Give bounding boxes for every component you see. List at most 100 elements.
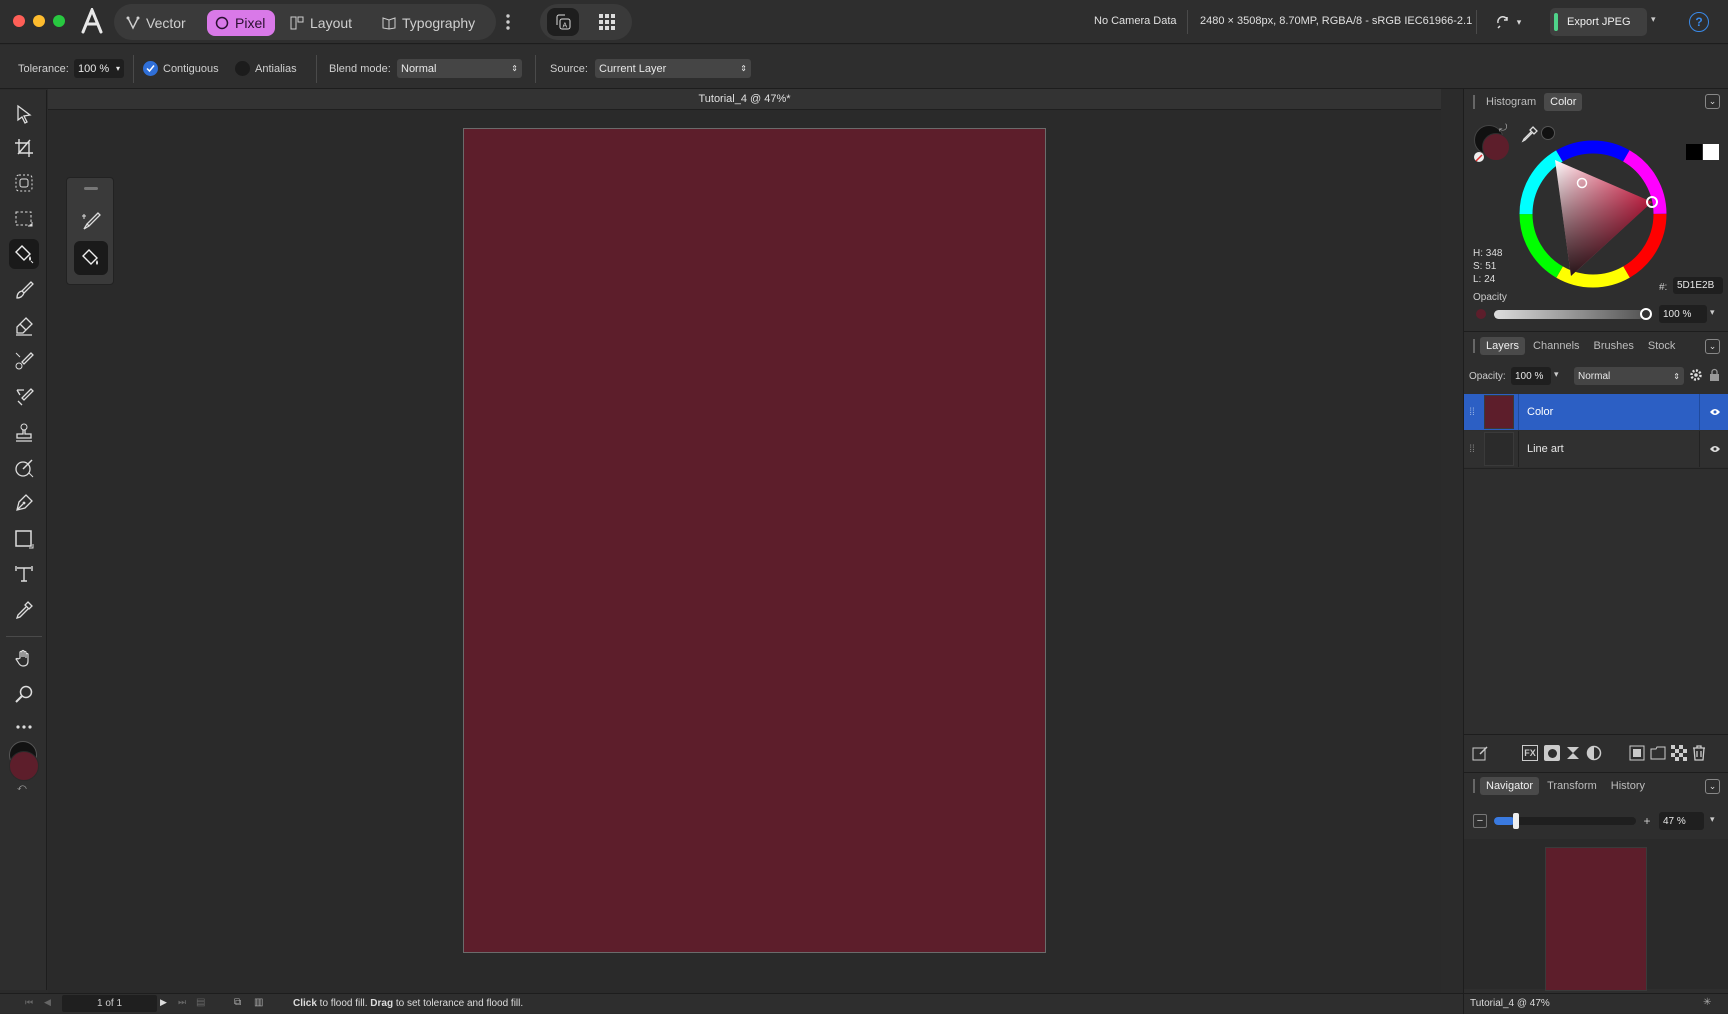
tab-color[interactable]: Color [1544,93,1583,111]
crop-tool[interactable] [9,133,39,163]
zoom-in-button[interactable]: + [1640,814,1654,828]
chevron-down-icon[interactable]: ▾ [1554,369,1559,380]
color-primary-swatch[interactable] [1482,133,1510,161]
more-icon[interactable] [500,10,516,34]
layer-row-color[interactable]: ⁞⁞ Color [1464,394,1728,430]
layer-visibility-eye-icon[interactable] [1699,431,1728,467]
spread-view-icon[interactable]: ⧉ [234,997,241,1008]
no-color-icon[interactable] [1474,152,1484,162]
last-page-icon[interactable]: ⏭ [178,997,186,1008]
help-button[interactable]: ? [1689,12,1709,32]
tab-transform[interactable]: Transform [1541,777,1603,795]
tab-histogram[interactable]: Histogram [1480,93,1542,111]
persona-typography[interactable]: Typography [374,10,483,36]
pages-icon[interactable]: ▥ [254,997,263,1008]
mask-icon[interactable] [1544,745,1560,761]
contiguous-checkbox[interactable] [143,61,158,76]
affinity-logo-icon[interactable] [78,6,106,36]
close-window-button[interactable] [13,15,25,27]
layer-drag-icon[interactable]: ⁞⁞ [1464,407,1480,418]
blemish-tool[interactable] [9,453,39,483]
clone-tool[interactable] [9,417,39,447]
layer-blend-select[interactable]: Normal ⇕ [1574,367,1684,385]
collapse-layers-panel-icon[interactable]: ⌄ [1705,339,1720,354]
view-tool[interactable] [9,643,39,673]
layer-visibility-eye-icon[interactable] [1699,394,1728,430]
opacity-slider-handle[interactable] [1640,308,1652,320]
tab-navigator[interactable]: Navigator [1480,777,1540,795]
tab-history[interactable]: History [1605,777,1651,795]
zoom-out-button[interactable]: − [1473,814,1487,828]
sync-button[interactable]: ▾ [1490,10,1526,34]
flood-fill-subtool[interactable] [74,241,108,275]
zoom-input[interactable]: 47 % [1659,812,1704,830]
add-page-icon[interactable]: ▤ [196,997,205,1008]
more-tools-button[interactable] [9,712,39,742]
zoom-window-button[interactable] [53,15,65,27]
hex-input[interactable]: 5D1E2B [1673,277,1723,294]
document-canvas[interactable] [463,128,1046,953]
layer-name[interactable]: Color [1527,406,1553,418]
lock-icon[interactable] [1709,368,1720,385]
prev-page-icon[interactable]: ◀ [44,997,51,1008]
tab-channels[interactable]: Channels [1527,337,1585,355]
flood-fill-tool[interactable] [9,239,39,269]
paint-brush-tool[interactable] [9,275,39,305]
persona-vector[interactable]: Vector [118,10,194,36]
live-filter-icon[interactable] [1586,745,1602,764]
add-pixel-layer-icon[interactable] [1629,745,1645,764]
drag-handle-icon[interactable] [84,187,98,190]
persona-layout[interactable]: Layout [282,10,360,36]
grid-view-button[interactable] [592,8,622,36]
collapse-navigator-panel-icon[interactable]: ⌄ [1705,779,1720,794]
layer-opacity-input[interactable]: 100 % [1511,367,1551,385]
erase-brush-tool[interactable] [9,311,39,341]
persona-pixel[interactable]: Pixel [207,10,275,36]
collapse-color-panel-icon[interactable]: ⌄ [1705,94,1720,109]
tab-brushes[interactable]: Brushes [1588,337,1640,355]
black-swatch[interactable] [1686,144,1702,160]
assistant-button[interactable]: A [547,8,579,36]
layer-name[interactable]: Line art [1527,443,1564,455]
layer-row-line-art[interactable]: ⁞⁞ Line art [1464,431,1728,467]
pen-tool[interactable] [9,488,39,518]
tab-stock[interactable]: Stock [1642,337,1682,355]
add-group-icon[interactable] [1650,745,1666,764]
adjustment-icon[interactable] [1565,745,1581,764]
export-options-chevron-icon[interactable]: ▾ [1651,14,1656,25]
picked-color-swatch[interactable] [1541,126,1555,140]
checker-icon[interactable] [1671,745,1687,764]
page-indicator[interactable]: 1 of 1 [62,995,157,1012]
rectangle-tool[interactable] [9,524,39,554]
chevron-down-icon[interactable]: ▾ [1710,307,1715,318]
tolerance-input[interactable]: 100 % ▾ [74,59,124,78]
export-button[interactable]: Export JPEG [1550,8,1647,36]
flood-fill-alt-tool[interactable] [76,206,106,236]
zoom-tool[interactable] [9,679,39,709]
first-page-icon[interactable]: ⏮ [25,997,33,1008]
primary-color-swatch[interactable] [9,751,39,781]
antialias-checkbox[interactable] [235,61,250,76]
blend-mode-select[interactable]: Normal ⇕ [397,59,522,78]
layer-settings-gear-icon[interactable] [1689,368,1703,385]
swap-icon[interactable]: ⤾ [1499,123,1507,134]
zoom-slider-handle[interactable] [1513,813,1520,829]
trash-icon[interactable] [1692,745,1706,764]
move-tool[interactable] [9,99,39,129]
document-tab[interactable]: Tutorial_4 @ 47%* [48,89,1441,110]
white-swatch[interactable] [1703,144,1719,160]
marquee-tool[interactable] [9,204,39,234]
text-tool[interactable] [9,559,39,589]
fx-icon[interactable]: FX [1522,745,1538,761]
next-page-icon[interactable]: ▶ [160,997,167,1008]
navigator-preview[interactable] [1464,839,1728,991]
opacity-slider[interactable] [1494,310,1644,319]
color-wheel[interactable] [1519,140,1667,288]
layer-drag-icon[interactable]: ⁞⁞ [1464,444,1480,455]
color-opacity-input[interactable]: 100 % [1659,305,1707,323]
smudge-tool[interactable] [9,382,39,412]
minimize-window-button[interactable] [33,15,45,27]
source-select[interactable]: Current Layer ⇕ [595,59,751,78]
snapping-icon[interactable]: ✳ [1703,997,1711,1008]
dodge-tool[interactable] [9,346,39,376]
